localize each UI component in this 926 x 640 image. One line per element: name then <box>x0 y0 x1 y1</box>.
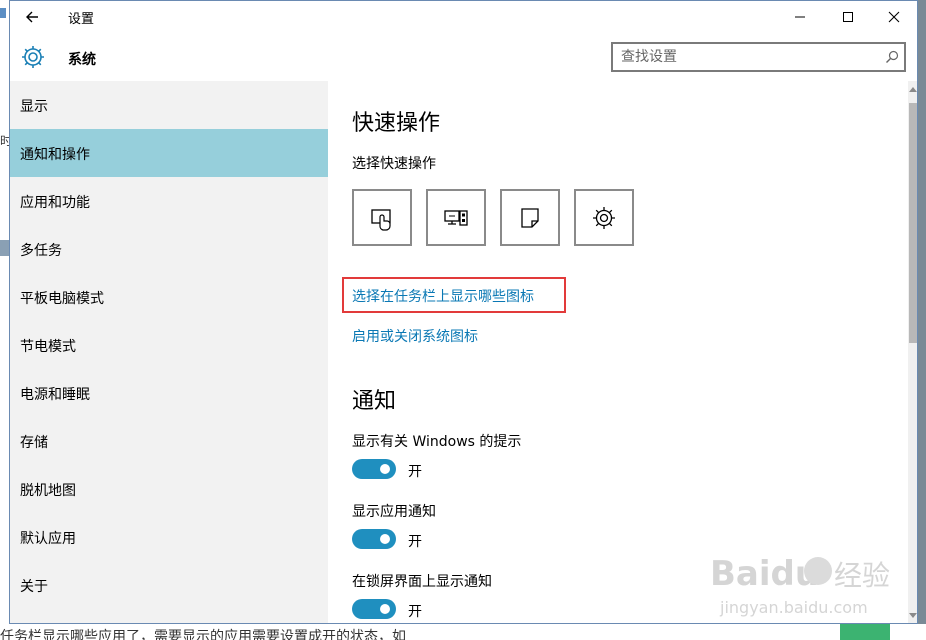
sidebar-item-label: 多任务 <box>20 243 62 259</box>
scrollbar-thumb[interactable] <box>909 103 917 343</box>
close-icon <box>888 11 900 23</box>
sidebar-item-label: 脱机地图 <box>20 483 76 499</box>
background-green-button <box>840 624 890 640</box>
setting-label: 显示应用通知 <box>352 504 436 520</box>
back-button[interactable] <box>20 5 46 29</box>
toggle-state-label: 开 <box>408 534 422 550</box>
taskbar-icons-link[interactable]: 选择在任务栏上显示哪些图标 <box>352 286 534 306</box>
sidebar-item-label: 节电模式 <box>20 339 76 355</box>
title-bar: 设置 <box>10 1 917 33</box>
sidebar-item-offline-maps[interactable]: 脱机地图 <box>10 465 328 513</box>
sidebar-item-label: 应用和功能 <box>20 195 90 211</box>
sidebar-item-label: 平板电脑模式 <box>20 291 104 307</box>
sidebar-nav: 显示 通知和操作 应用和功能 多任务 平板电脑模式 节电模式 电源和睡眠 存储 … <box>10 81 328 623</box>
minimize-button[interactable] <box>777 1 823 33</box>
sidebar-item-label: 关于 <box>20 579 48 595</box>
maximize-icon <box>843 12 853 22</box>
sidebar-item-about[interactable]: 关于 <box>10 561 328 609</box>
sidebar-item-label: 电源和睡眠 <box>20 387 90 403</box>
toggle-knob <box>380 604 390 614</box>
quick-action-tile-note[interactable] <box>500 189 560 246</box>
search-icon <box>886 50 899 63</box>
vertical-scrollbar[interactable] <box>908 81 917 623</box>
note-icon <box>521 207 539 228</box>
search-input[interactable] <box>621 48 861 66</box>
sidebar-item-power-sleep[interactable]: 电源和睡眠 <box>10 369 328 417</box>
sidebar-item-notifications-actions[interactable]: 通知和操作 <box>10 129 328 177</box>
quick-action-tile-tablet-mode[interactable] <box>352 189 412 246</box>
windows-tips-toggle[interactable] <box>352 459 396 479</box>
background-mark <box>0 240 9 256</box>
main-content: 快速操作 选择快速操作 选择在任务栏上显示哪些图标 启用或关闭系统图标 通知 显… <box>328 81 908 623</box>
quick-action-tile-settings[interactable] <box>574 189 634 246</box>
minimize-icon <box>795 16 805 18</box>
window-title: 设置 <box>68 12 95 27</box>
maximize-button[interactable] <box>825 1 871 33</box>
notifications-heading: 通知 <box>352 389 397 414</box>
system-gear-icon <box>20 43 46 71</box>
toggle-knob <box>380 534 390 544</box>
toggle-state-label: 开 <box>408 464 422 480</box>
setting-label: 显示有关 Windows 的提示 <box>352 434 522 450</box>
quick-actions-heading: 快速操作 <box>352 111 441 136</box>
sidebar-item-label: 默认应用 <box>20 531 76 547</box>
sidebar-item-default-apps[interactable]: 默认应用 <box>10 513 328 561</box>
lockscreen-notifications-toggle[interactable] <box>352 599 396 619</box>
scroll-down-arrow-icon[interactable] <box>909 613 917 618</box>
background-mark <box>0 8 6 18</box>
sidebar-item-storage[interactable]: 存储 <box>10 417 328 465</box>
background-page-bottom: 任务栏显示哪些应用了，需要显示的应用需要设置成开的状态，如 <box>0 624 926 640</box>
background-bottom-text: 任务栏显示哪些应用了，需要显示的应用需要设置成开的状态，如 <box>0 629 406 640</box>
app-notifications-toggle[interactable] <box>352 529 396 549</box>
settings-gear-icon <box>593 206 615 229</box>
project-icon <box>444 209 468 226</box>
toggle-knob <box>380 464 390 474</box>
quick-action-tile-project[interactable] <box>426 189 486 246</box>
page-title: 系统 <box>68 52 96 68</box>
toggle-state-label: 开 <box>408 604 422 620</box>
settings-window: 设置 系统 显示 通知和操作 应用和功能 多任务 <box>9 0 918 624</box>
sidebar-item-label: 显示 <box>20 99 48 115</box>
scroll-up-arrow-icon[interactable] <box>909 87 917 92</box>
sidebar-item-display[interactable]: 显示 <box>10 81 328 129</box>
tablet-mode-icon <box>371 208 391 231</box>
background-page-left: 时 <box>0 0 12 640</box>
quick-actions-subheading: 选择快速操作 <box>352 156 436 172</box>
sidebar-item-tablet-mode[interactable]: 平板电脑模式 <box>10 273 328 321</box>
system-icons-link[interactable]: 启用或关闭系统图标 <box>352 326 478 346</box>
search-box[interactable] <box>611 42 906 72</box>
sidebar-item-label: 存储 <box>20 435 48 451</box>
sidebar-item-label: 通知和操作 <box>20 147 90 163</box>
sidebar-item-multitasking[interactable]: 多任务 <box>10 225 328 273</box>
setting-label: 在锁屏界面上显示通知 <box>352 574 492 590</box>
back-arrow-icon <box>26 11 38 23</box>
sidebar-item-battery-saver[interactable]: 节电模式 <box>10 321 328 369</box>
close-button[interactable] <box>871 1 917 33</box>
sidebar-item-apps-features[interactable]: 应用和功能 <box>10 177 328 225</box>
